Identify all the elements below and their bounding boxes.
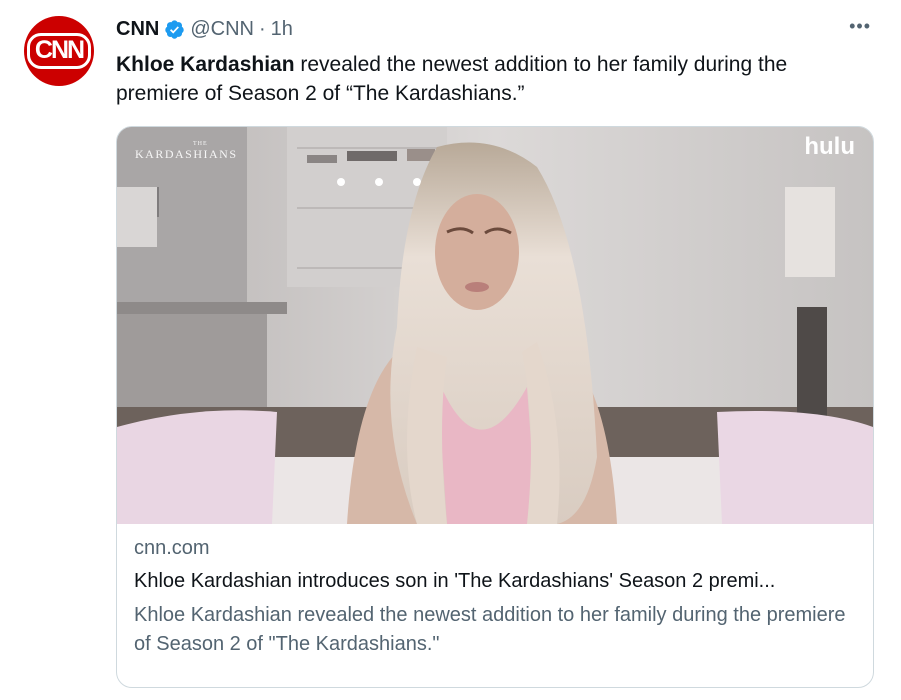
separator-dot: · [258, 17, 266, 40]
tweet-timestamp[interactable]: 1h [271, 18, 293, 41]
tweet-text: Khloe Kardashian revealed the newest add… [116, 50, 856, 108]
tweet-text-bold[interactable]: Khloe Kardashian [116, 53, 295, 76]
verified-badge-icon [165, 19, 185, 39]
show-watermark: THE KARDASHIANS [135, 141, 238, 162]
avatar-logo-text: CNN [26, 33, 92, 69]
link-card[interactable]: THE KARDASHIANS hulu cnn.com Khloe Karda… [116, 126, 874, 688]
video-still-illustration [117, 127, 873, 524]
card-description: Khloe Kardashian revealed the newest add… [134, 604, 846, 655]
author-name[interactable]: CNN [116, 18, 159, 41]
show-watermark-text: KARDASHIANS [135, 147, 238, 161]
card-title: Khloe Kardashian introduces son in 'The … [134, 570, 776, 592]
tweet-header: CNN @CNN · 1h [116, 14, 881, 44]
card-domain: cnn.com [134, 537, 210, 559]
cnn-avatar[interactable]: CNN [24, 16, 94, 86]
more-options-icon[interactable]: ••• [849, 16, 871, 37]
card-info[interactable]: cnn.com Khloe Kardashian introduces son … [134, 537, 861, 659]
hulu-watermark: hulu [804, 133, 855, 160]
author-handle[interactable]: @CNN [190, 18, 254, 41]
card-thumbnail-image[interactable]: THE KARDASHIANS hulu [117, 127, 873, 524]
